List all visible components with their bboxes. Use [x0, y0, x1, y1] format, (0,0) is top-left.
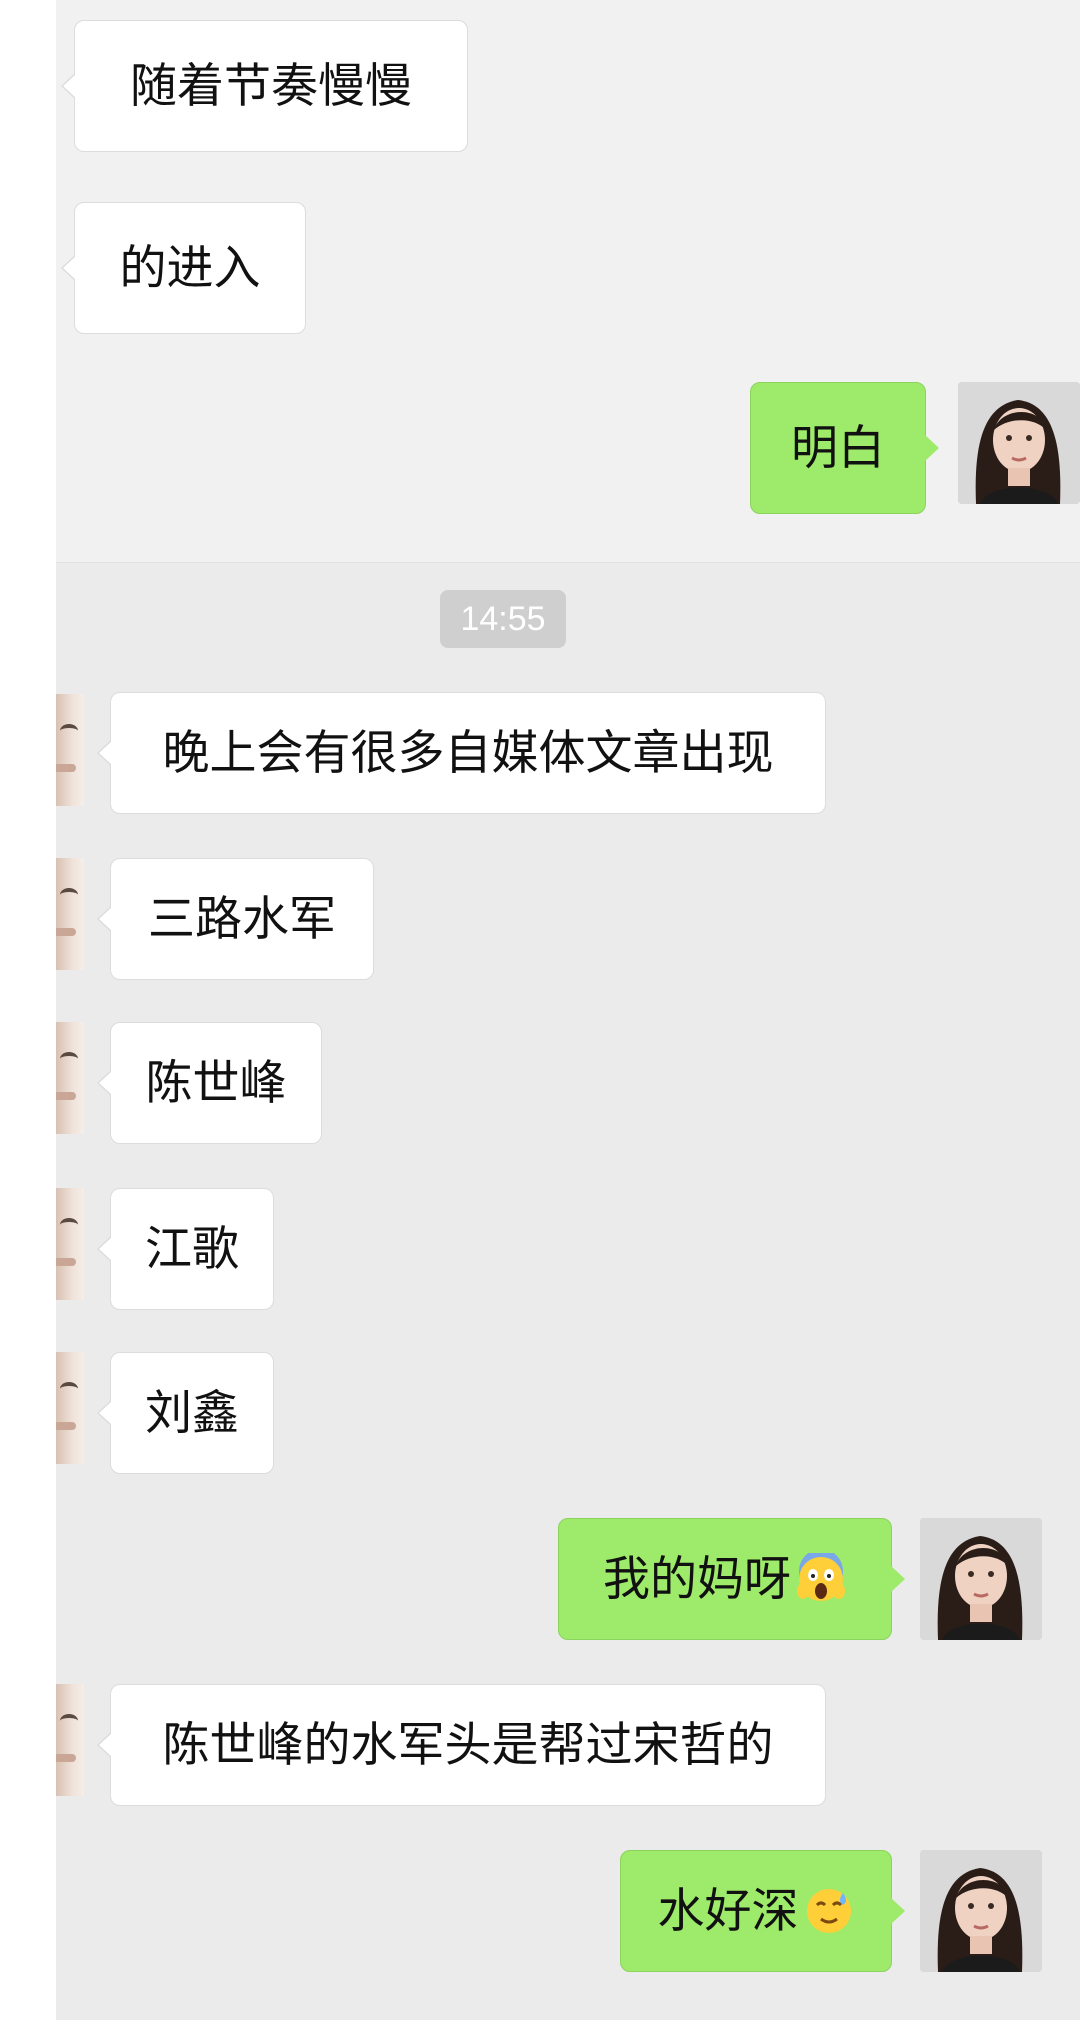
message-bubble-received[interactable]: 陈世峰的水军头是帮过宋哲的	[110, 1684, 826, 1806]
self-avatar[interactable]	[920, 1850, 1042, 1972]
contact-avatar[interactable]	[56, 1188, 84, 1300]
self-avatar[interactable]	[958, 382, 1080, 504]
message-text: 随着节奏慢慢	[130, 58, 412, 114]
avatar-portrait-icon	[920, 1850, 1042, 1972]
contact-avatar[interactable]	[56, 1022, 84, 1134]
timestamp-label: 14:55	[440, 590, 566, 648]
message-text: 我的妈呀	[603, 1551, 791, 1607]
message-bubble-received[interactable]: 陈世峰	[110, 1022, 322, 1144]
avatar-portrait-icon	[958, 382, 1080, 504]
self-avatar[interactable]	[920, 1518, 1042, 1640]
contact-avatar[interactable]	[56, 694, 84, 806]
message-bubble-received[interactable]: 的进入	[74, 202, 306, 334]
message-bubble-received[interactable]: 江歌	[110, 1188, 274, 1310]
message-bubble-received[interactable]: 晚上会有很多自媒体文章出现	[110, 692, 826, 814]
message-text: 陈世峰	[145, 1055, 287, 1111]
message-text: 江歌	[145, 1221, 239, 1277]
message-bubble-sent[interactable]: 水好深	[620, 1850, 892, 1972]
message-bubble-sent[interactable]: 明白	[750, 382, 926, 514]
message-text: 的进入	[119, 240, 261, 296]
message-bubble-received[interactable]: 刘鑫	[110, 1352, 274, 1474]
message-text: 水好深	[657, 1883, 799, 1939]
face-screaming-in-fear-emoji-icon	[797, 1553, 845, 1601]
screenshot-divider	[56, 562, 1080, 563]
avatar-portrait-icon	[920, 1518, 1042, 1640]
message-bubble-received[interactable]: 随着节奏慢慢	[74, 20, 468, 152]
face-with-sweat-emoji-icon	[806, 1889, 851, 1933]
message-text: 晚上会有很多自媒体文章出现	[162, 725, 774, 781]
message-text: 明白	[791, 420, 885, 476]
message-text: 三路水军	[148, 891, 336, 947]
message-bubble-received[interactable]: 三路水军	[110, 858, 374, 980]
message-text: 陈世峰的水军头是帮过宋哲的	[162, 1717, 774, 1773]
contact-avatar[interactable]	[56, 1684, 84, 1796]
contact-avatar[interactable]	[56, 1352, 84, 1464]
message-text: 刘鑫	[145, 1385, 239, 1441]
message-bubble-sent[interactable]: 我的妈呀	[558, 1518, 892, 1640]
contact-avatar[interactable]	[56, 858, 84, 970]
